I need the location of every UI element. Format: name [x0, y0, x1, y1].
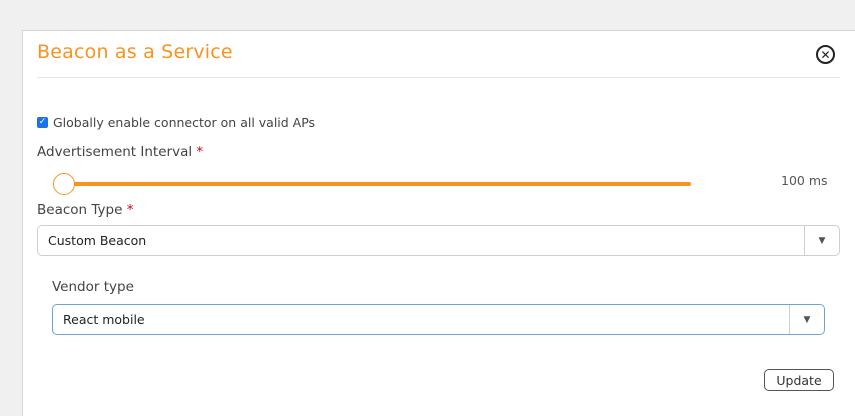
- header-divider: [37, 77, 840, 78]
- advertisement-interval-slider-track[interactable]: [63, 182, 691, 186]
- vendor-type-selected-value: React mobile: [63, 312, 145, 327]
- beacon-type-label: Beacon Type *: [37, 202, 133, 218]
- vendor-type-label: Vendor type: [52, 279, 134, 295]
- vendor-type-panel: Vendor type React mobile ▼: [37, 267, 840, 347]
- dialog-title: Beacon as a Service: [37, 41, 233, 63]
- required-mark: *: [196, 144, 204, 160]
- beacon-type-selected-value: Custom Beacon: [48, 233, 147, 248]
- connector-checkbox-row[interactable]: ✓ Globally enable connector on all valid…: [37, 115, 315, 130]
- chevron-down-icon[interactable]: ▼: [789, 305, 824, 334]
- enable-connector-label: Globally enable connector on all valid A…: [53, 115, 316, 130]
- update-button[interactable]: Update: [764, 369, 834, 391]
- advertisement-interval-value: 100 ms: [781, 173, 828, 188]
- beacon-type-label-text: Beacon Type: [37, 202, 123, 218]
- advertisement-interval-slider-handle[interactable]: [53, 173, 75, 195]
- chevron-down-icon[interactable]: ▼: [804, 226, 839, 255]
- close-icon[interactable]: ✕: [816, 45, 835, 64]
- beacon-service-dialog: Beacon as a Service ✕ ✓ Globally enable …: [22, 30, 855, 416]
- enable-connector-checkbox[interactable]: ✓: [37, 117, 48, 128]
- advertisement-interval-label-text: Advertisement Interval: [37, 144, 193, 160]
- beacon-type-select[interactable]: Custom Beacon ▼: [37, 225, 840, 256]
- required-mark: *: [126, 202, 134, 218]
- vendor-type-select[interactable]: React mobile ▼: [52, 304, 825, 335]
- advertisement-interval-label: Advertisement Interval *: [37, 144, 203, 160]
